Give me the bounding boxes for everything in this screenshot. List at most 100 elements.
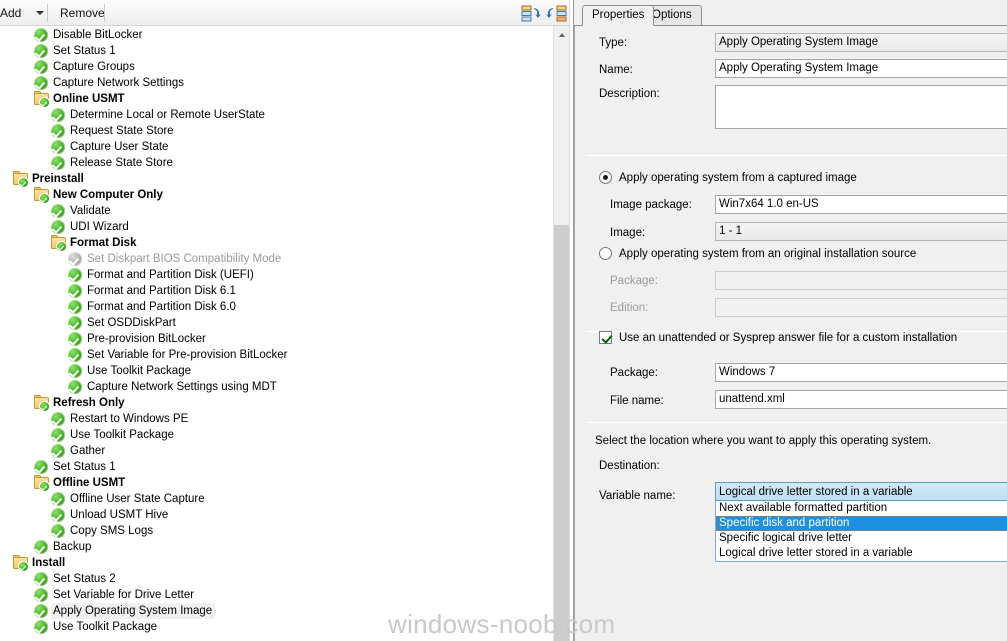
- task-check-icon: [51, 140, 65, 154]
- tree-item-label: Install: [32, 557, 66, 569]
- tree-item[interactable]: UDI Wizard: [1, 219, 552, 235]
- radio-original-source[interactable]: [599, 247, 612, 260]
- tree-item-label: Disable BitLocker: [53, 29, 143, 41]
- unattend-package-input[interactable]: Windows 7: [715, 363, 1007, 382]
- name-input[interactable]: Apply Operating System Image: [715, 59, 1007, 78]
- tree-item-label: Format and Partition Disk 6.0: [87, 301, 236, 313]
- destination-selected-value: Logical drive letter stored in a variabl…: [719, 486, 913, 498]
- task-sequence-tree[interactable]: Disable BitLocker Set Status 1 Capture Gro…: [1, 26, 552, 635]
- tree-item[interactable]: Pre-provision BitLocker: [1, 331, 552, 347]
- tree-item[interactable]: Release State Store: [1, 155, 552, 171]
- tree-item[interactable]: Use Toolkit Package: [1, 363, 552, 379]
- tree-item[interactable]: Install: [1, 555, 552, 571]
- tree-item[interactable]: Disable BitLocker: [1, 27, 552, 43]
- task-check-icon: [68, 364, 82, 378]
- destination-dropdown[interactable]: Logical drive letter stored in a variabl…: [715, 482, 1007, 501]
- task-check-icon: [51, 492, 65, 506]
- tree-vertical-scrollbar[interactable]: [553, 26, 570, 641]
- tree-item-label: Copy SMS Logs: [70, 525, 154, 537]
- tree-item-label: Offline User State Capture: [70, 493, 205, 505]
- remove-button[interactable]: Remove: [54, 4, 111, 22]
- destination-options-list[interactable]: Next available formatted partition Specif…: [715, 501, 1007, 562]
- destination-label: Destination:: [599, 460, 660, 472]
- task-check-icon: [34, 60, 48, 74]
- package-label: Package:: [610, 275, 658, 287]
- file-name-input[interactable]: unattend.xml: [715, 390, 1007, 409]
- tree-item[interactable]: Format and Partition Disk (UEFI): [1, 267, 552, 283]
- description-input[interactable]: [715, 85, 1007, 129]
- destination-option[interactable]: Logical drive letter stored in a variabl…: [716, 546, 1007, 561]
- tab-properties[interactable]: Properties: [582, 5, 655, 26]
- task-check-icon: [34, 604, 48, 618]
- collapse-all-icon[interactable]: [521, 5, 543, 22]
- package-input: [715, 271, 1007, 290]
- folder-check-icon: [51, 235, 66, 251]
- tree-item[interactable]: New Computer Only: [1, 187, 552, 203]
- tree-item[interactable]: Format and Partition Disk 6.1: [1, 283, 552, 299]
- tree-item[interactable]: Capture User State: [1, 139, 552, 155]
- tree-item[interactable]: Set Status 1: [1, 43, 552, 59]
- toolbar-separator: [104, 4, 105, 22]
- image-value[interactable]: 1 - 1: [715, 222, 1007, 241]
- tree-item-label: Preinstall: [32, 173, 84, 185]
- tree-item[interactable]: Request State Store: [1, 123, 552, 139]
- tree-item[interactable]: Backup: [1, 539, 552, 555]
- task-check-icon: [68, 380, 82, 394]
- folder-check-icon: [34, 395, 49, 411]
- tree-item[interactable]: Determine Local or Remote UserState: [1, 107, 552, 123]
- tree-item[interactable]: Format and Partition Disk 6.0: [1, 299, 552, 315]
- task-check-icon: [68, 252, 82, 266]
- scroll-up-arrow-icon[interactable]: [554, 26, 570, 43]
- task-check-icon: [68, 332, 82, 346]
- tree-item[interactable]: Online USMT: [1, 91, 552, 107]
- watermark: windows-noob.com: [388, 609, 616, 639]
- task-check-icon: [51, 156, 65, 170]
- tree-item[interactable]: Set Status 2: [1, 571, 552, 587]
- radio-captured-image[interactable]: [599, 171, 612, 184]
- destination-option[interactable]: Specific logical drive letter: [716, 531, 1007, 546]
- tree-item[interactable]: Restart to Windows PE: [1, 411, 552, 427]
- unattend-package-label: Package:: [610, 367, 658, 379]
- tree-item-label: Set Status 2: [53, 573, 116, 585]
- tree-item[interactable]: Gather: [1, 443, 552, 459]
- destination-option[interactable]: Specific disk and partition: [716, 516, 1007, 531]
- tree-item[interactable]: Capture Network Settings: [1, 75, 552, 91]
- tree-item[interactable]: Set OSDDiskPart: [1, 315, 552, 331]
- task-check-icon: [51, 524, 65, 538]
- tree-item[interactable]: Set Diskpart BIOS Compatibility Mode: [1, 251, 552, 267]
- tree-item-label: Format and Partition Disk 6.1: [87, 285, 236, 297]
- tree-item[interactable]: Validate: [1, 203, 552, 219]
- tree-item-label: Gather: [70, 445, 106, 457]
- tree-container: Disable BitLocker Set Status 1 Capture Gro…: [0, 26, 552, 641]
- add-button[interactable]: Add: [0, 4, 27, 22]
- image-package-input[interactable]: Win7x64 1.0 en-US: [715, 195, 1007, 214]
- tree-item[interactable]: Capture Groups: [1, 59, 552, 75]
- tree-item[interactable]: Offline User State Capture: [1, 491, 552, 507]
- tree-item[interactable]: Preinstall: [1, 171, 552, 187]
- tree-item[interactable]: Copy SMS Logs: [1, 523, 552, 539]
- tree-item-label: Set OSDDiskPart: [87, 317, 176, 329]
- tree-item[interactable]: Set Variable for Drive Letter: [1, 587, 552, 603]
- tree-item[interactable]: Refresh Only: [1, 395, 552, 411]
- task-check-icon: [34, 620, 48, 634]
- expand-all-icon[interactable]: [546, 5, 568, 22]
- scrollbar-thumb[interactable]: [554, 225, 570, 641]
- destination-option[interactable]: Next available formatted partition: [716, 501, 1007, 516]
- name-label: Name:: [599, 64, 633, 76]
- tree-item-label: Set Status 1: [53, 461, 116, 473]
- unattend-checkbox[interactable]: [599, 331, 612, 344]
- tree-item[interactable]: Unload USMT Hive: [1, 507, 552, 523]
- task-check-icon: [34, 572, 48, 586]
- tree-item-label: Use Toolkit Package: [53, 621, 157, 633]
- tree-item[interactable]: Use Toolkit Package: [1, 427, 552, 443]
- tree-item[interactable]: Capture Network Settings using MDT: [1, 379, 552, 395]
- scrollbar-track[interactable]: [554, 43, 570, 225]
- tree-item[interactable]: Set Variable for Pre-provision BitLocker: [1, 347, 552, 363]
- tree-item-label: Unload USMT Hive: [70, 509, 169, 521]
- tree-item[interactable]: Offline USMT: [1, 475, 552, 491]
- tree-item-label: Use Toolkit Package: [70, 429, 174, 441]
- chevron-down-icon[interactable]: [36, 11, 44, 15]
- tree-item[interactable]: Format Disk: [1, 235, 552, 251]
- radio-captured-image-label: Apply operating system from a captured i…: [619, 172, 857, 184]
- tree-item[interactable]: Set Status 1: [1, 459, 552, 475]
